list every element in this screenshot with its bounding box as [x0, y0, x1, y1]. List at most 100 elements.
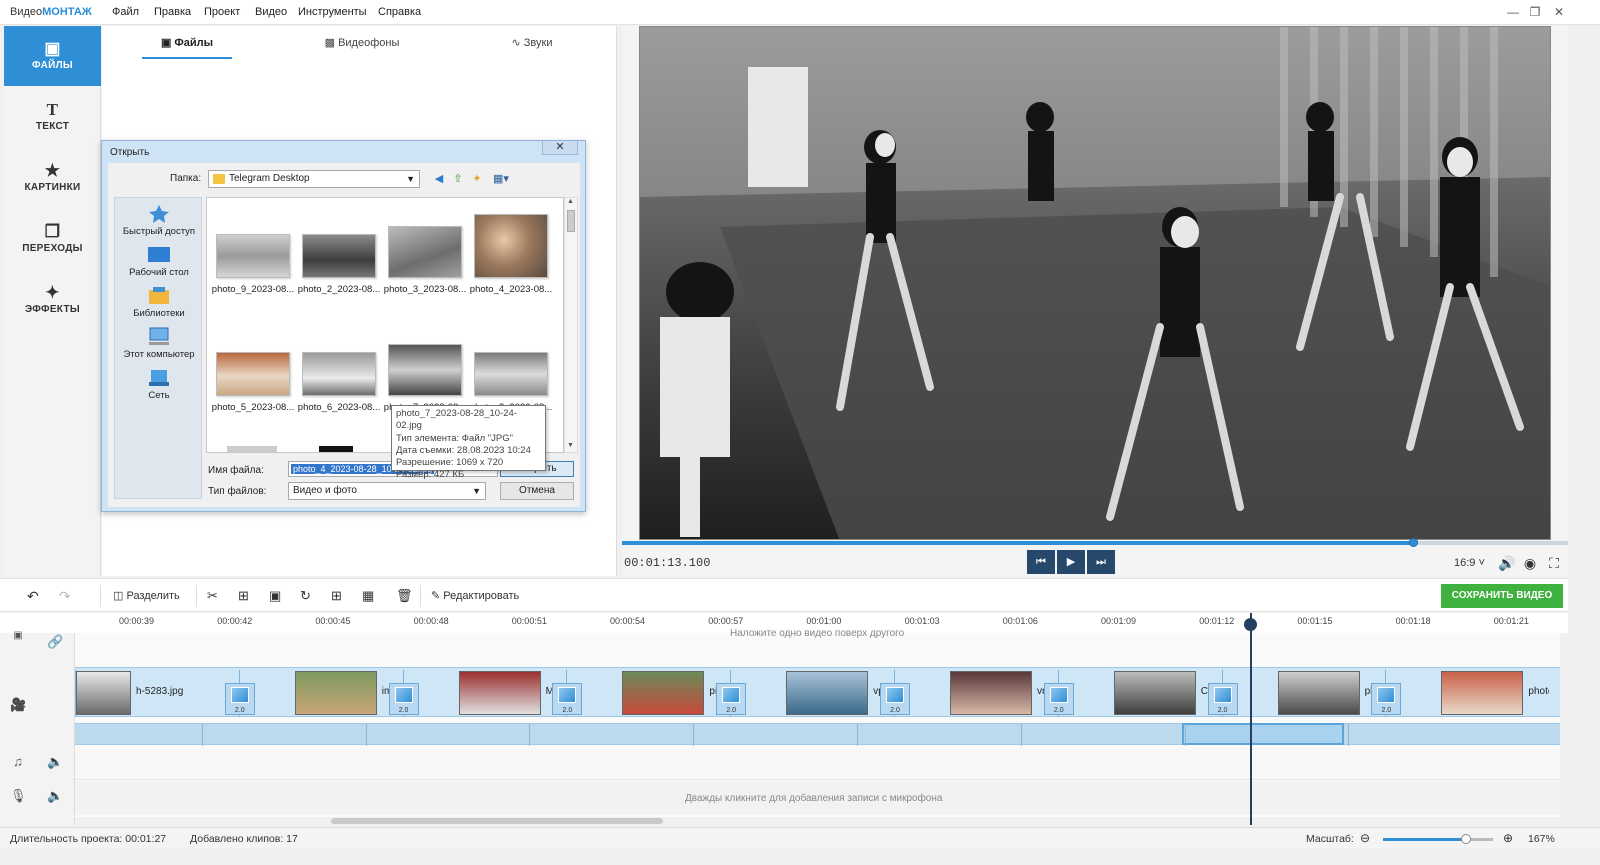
fullscreen-icon[interactable]: ⛶ — [1546, 555, 1562, 571]
file-thumbnail — [216, 352, 290, 396]
voice-track[interactable]: Дважды кликните для добавления записи с … — [75, 781, 1560, 815]
menu-tools[interactable]: Инструменты — [298, 6, 367, 18]
selected-clip-segment[interactable] — [1182, 723, 1344, 745]
menu-video[interactable]: Видео — [255, 6, 287, 18]
redo-icon[interactable]: ↷ — [59, 587, 71, 605]
zoom-region-icon[interactable]: ⊞ — [331, 587, 342, 605]
menu-edit[interactable]: Правка — [154, 6, 191, 18]
transition-marker[interactable]: 2.0 — [388, 683, 419, 715]
tooltip-type: Тип элемента: Файл "JPG" — [396, 432, 514, 444]
undo-icon[interactable]: ↶ — [27, 587, 39, 605]
snapshot-camera-icon[interactable]: ◉ — [1522, 555, 1538, 571]
add-frame-icon[interactable]: ▦ — [362, 587, 374, 605]
tab-sounds[interactable]: ∿ Звуки — [492, 26, 572, 60]
zoom-in-icon[interactable]: ⊕ — [1503, 831, 1513, 845]
file-item[interactable]: photo_6_2023-08... — [297, 352, 381, 413]
timeline-clip[interactable]: imgpreview — [238, 670, 403, 716]
file-list-scrollbar[interactable]: ▲ ▼ — [564, 197, 578, 453]
trash-icon[interactable]: 🗑 — [396, 587, 413, 605]
file-item[interactable]: photo_7_2023-08... — [383, 344, 467, 413]
scroll-up-icon[interactable]: ▲ — [567, 198, 574, 205]
cancel-button[interactable]: Отмена — [500, 482, 574, 500]
link-icon[interactable]: 🔗 — [47, 634, 63, 650]
cut-icon[interactable]: ✂ — [207, 587, 218, 605]
timeline-vertical-scrollbar[interactable] — [1560, 633, 1568, 825]
volume-icon[interactable]: 🔊 — [1498, 555, 1515, 571]
transition-marker[interactable]: 2.0 — [716, 683, 747, 715]
timeline-clip[interactable]: M3DvGL3l — [402, 670, 566, 716]
music-track[interactable] — [75, 748, 1560, 780]
rotate-icon[interactable]: ↻ — [300, 587, 311, 605]
up-folder-icon[interactable]: ⇧ — [451, 172, 465, 186]
place-quick-access[interactable]: Быстрый доступ — [115, 204, 203, 237]
timeline-clip[interactable]: h-5283.jpg — [75, 670, 239, 716]
file-item[interactable]: photo_3_2023-08... — [383, 226, 467, 295]
menu-file[interactable]: Файл — [112, 6, 139, 18]
zoom-out-icon[interactable]: ⊖ — [1360, 831, 1370, 845]
preview-frame[interactable] — [639, 26, 1551, 540]
aspect-ratio-select[interactable]: 16:9 ˅ — [1454, 557, 1485, 569]
transition-marker[interactable]: 2.0 — [1371, 683, 1402, 715]
dialog-close-icon[interactable]: ✕ — [542, 141, 578, 155]
preview-progress-handle[interactable] — [1408, 538, 1418, 547]
place-this-pc[interactable]: Этот компьютер — [115, 327, 203, 360]
folder-select[interactable]: Telegram Desktop ▼ — [208, 170, 420, 188]
menu-help[interactable]: Справка — [378, 6, 421, 18]
view-menu-icon[interactable]: ▦▾ — [489, 172, 513, 186]
skip-forward-button[interactable]: ⏭ — [1087, 550, 1115, 574]
file-item[interactable]: photo_2_2023-08... — [297, 234, 381, 295]
music-volume-icon[interactable]: 🔈 — [47, 754, 63, 770]
crop-icon[interactable]: ⊞ — [238, 587, 249, 605]
playhead-handle[interactable] — [1244, 618, 1257, 631]
zoom-slider[interactable] — [1383, 834, 1493, 844]
transition-marker[interactable]: 2.0 — [1043, 683, 1074, 715]
effects-track[interactable] — [75, 723, 1560, 746]
nav-effects[interactable]: ✦ ЭФФЕКТЫ — [4, 270, 101, 330]
split-button[interactable]: ◫ Разделить — [113, 587, 180, 605]
zoom-slider-handle[interactable] — [1460, 834, 1471, 844]
filetype-select[interactable]: Видео и фото ▼ — [288, 482, 486, 500]
restore-icon[interactable]: ❐ — [1526, 4, 1544, 20]
file-item[interactable]: photo_8_2023-08... — [469, 352, 553, 413]
tab-video-backgrounds[interactable]: ▩ Видеофоны — [302, 26, 422, 60]
playhead-line[interactable] — [1250, 613, 1252, 825]
mic-volume-icon[interactable]: 🔈 — [47, 788, 63, 804]
menu-project[interactable]: Проект — [204, 6, 240, 18]
file-item[interactable]: photo_5_2023-08... — [211, 352, 295, 413]
place-network[interactable]: Сеть — [115, 368, 203, 401]
timeline-clip[interactable]: photo_8_2023 — [1221, 670, 1385, 716]
place-desktop[interactable]: Рабочий стол — [115, 245, 203, 278]
edit-button[interactable]: ✎ Редактировать — [431, 587, 519, 605]
timeline-clip[interactable]: vpsbvbsg2 — [730, 670, 894, 716]
timeline-horizontal-scrollbar[interactable] — [75, 817, 1560, 825]
preview-progress-bar[interactable] — [622, 538, 1568, 547]
nav-files[interactable]: ▣ ФАЙЛЫ — [4, 26, 101, 86]
tab-files[interactable]: ▣ Файлы — [142, 26, 232, 60]
transition-marker[interactable]: 2.0 — [552, 683, 583, 715]
close-icon[interactable]: ✕ — [1550, 4, 1568, 20]
timeline-clip[interactable]: vrfgr5_003 — [894, 670, 1058, 716]
nav-transitions[interactable]: ❐ ПЕРЕХОДЫ — [4, 209, 101, 269]
save-video-button[interactable]: СОХРАНИТЬ ВИДЕО — [1441, 584, 1563, 608]
file-item[interactable]: photo_4_2023-08... — [469, 214, 553, 295]
place-libraries[interactable]: Библиотеки — [115, 286, 203, 319]
nav-pictures[interactable]: ★ КАРТИНКИ — [4, 148, 101, 208]
new-folder-icon[interactable]: ✦ — [470, 172, 484, 186]
scroll-down-icon[interactable]: ▼ — [567, 442, 574, 449]
frame-icon[interactable]: ▣ — [269, 587, 281, 605]
minimize-icon[interactable]: — — [1504, 4, 1522, 20]
scrollbar-thumb[interactable] — [331, 818, 663, 824]
transition-marker[interactable]: 2.0 — [880, 683, 910, 715]
nav-text[interactable]: T ТЕКСТ — [4, 87, 101, 147]
skip-back-button[interactable]: ⏮ — [1027, 550, 1055, 574]
transition-marker[interactable]: 2.0 — [1207, 683, 1238, 715]
play-button[interactable]: ▶ — [1057, 550, 1085, 574]
video-track[interactable]: h-5283.jpgimgpreview2.0M3DvGL3l2.0pioner… — [75, 667, 1560, 717]
transition-marker[interactable]: 2.0 — [224, 683, 255, 715]
back-icon[interactable]: ◀ — [432, 172, 446, 186]
file-item[interactable]: photo_9_2023-08... — [211, 234, 295, 295]
timeline-clip[interactable]: Скриншот — [1057, 670, 1222, 716]
timeline-clip[interactable]: pioner.jpg — [566, 670, 730, 716]
scrollbar-thumb[interactable] — [567, 210, 575, 232]
timeline-clip[interactable]: photo_5_2023 — [1385, 670, 1549, 716]
